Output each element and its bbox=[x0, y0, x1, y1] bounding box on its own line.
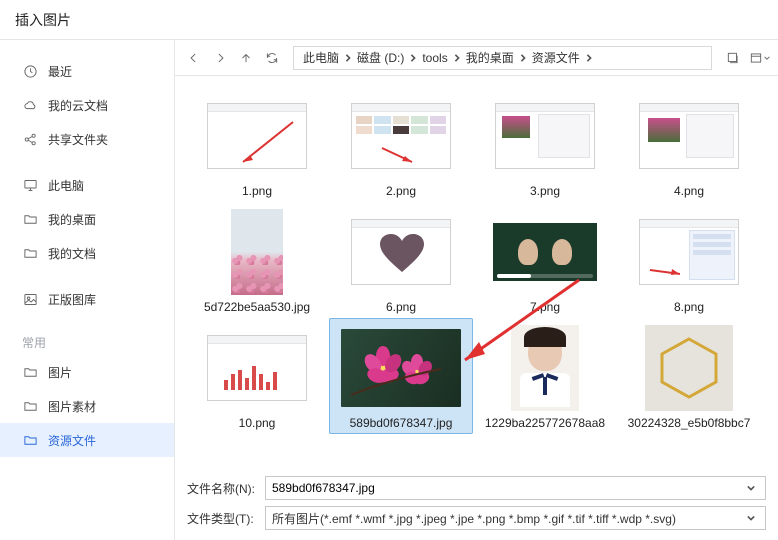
sidebar-item-shared[interactable]: 共享文件夹 bbox=[0, 122, 174, 156]
breadcrumb[interactable]: 此电脑 磁盘 (D:) tools 我的桌面 资源文件 bbox=[293, 46, 712, 70]
dialog-body: 最近 我的云文档 共享文件夹 此电脑 我的桌面 我的文档 bbox=[0, 40, 778, 540]
sidebar-item-label: 资源文件 bbox=[48, 432, 96, 449]
file-thumbnail[interactable]: 1229ba225772678aa8 bbox=[473, 318, 617, 434]
file-thumbnail[interactable]: 7.png bbox=[473, 202, 617, 318]
file-name: 6.png bbox=[386, 300, 416, 314]
breadcrumb-segment[interactable]: tools bbox=[419, 51, 462, 65]
sidebar-item-label: 图片 bbox=[48, 364, 72, 381]
folder-icon bbox=[22, 398, 38, 414]
filename-row: 文件名称(N): bbox=[187, 476, 766, 500]
filename-dropdown[interactable] bbox=[744, 484, 759, 492]
file-preview bbox=[635, 92, 743, 180]
filename-field[interactable] bbox=[265, 476, 766, 500]
file-preview bbox=[203, 208, 311, 296]
file-name: 3.png bbox=[530, 184, 560, 198]
view-options-button[interactable] bbox=[748, 47, 770, 69]
filetype-row: 文件类型(T): 所有图片(*.emf *.wmf *.jpg *.jpeg *… bbox=[187, 506, 766, 530]
sidebar-item-desktop[interactable]: 我的桌面 bbox=[0, 202, 174, 236]
file-preview bbox=[491, 208, 599, 296]
file-thumbnail[interactable]: 4.png bbox=[617, 86, 761, 202]
clock-icon bbox=[22, 63, 38, 79]
refresh-button[interactable] bbox=[261, 47, 283, 69]
sidebar-item-label: 图片素材 bbox=[48, 398, 96, 415]
folder-icon bbox=[22, 432, 38, 448]
sidebar-item-label: 正版图库 bbox=[48, 291, 96, 308]
dialog-titlebar: 插入图片 bbox=[0, 0, 778, 40]
file-thumbnail[interactable]: 6.png bbox=[329, 202, 473, 318]
file-name: 5d722be5aa530.jpg bbox=[204, 300, 310, 314]
file-name: 4.png bbox=[674, 184, 704, 198]
sidebar-item-label: 我的文档 bbox=[48, 245, 96, 262]
bottom-form: 文件名称(N): 文件类型(T): 所有图片(*.emf *.wmf *.jpg… bbox=[175, 470, 778, 540]
file-name: 7.png bbox=[530, 300, 560, 314]
file-name: 1229ba225772678aa8 bbox=[485, 416, 605, 430]
filetype-label: 文件类型(T): bbox=[187, 510, 265, 527]
sidebar-item-stock-gallery[interactable]: 正版图库 bbox=[0, 282, 174, 316]
monitor-icon bbox=[22, 177, 38, 193]
file-name: 589bd0f678347.jpg bbox=[350, 416, 453, 430]
main-panel: 此电脑 磁盘 (D:) tools 我的桌面 资源文件 1.png bbox=[175, 40, 778, 540]
sidebar-item-label: 我的桌面 bbox=[48, 211, 96, 228]
filetype-field[interactable]: 所有图片(*.emf *.wmf *.jpg *.jpeg *.jpe *.pn… bbox=[265, 506, 766, 530]
file-preview bbox=[347, 92, 455, 180]
file-thumbnail[interactable]: 10.png bbox=[185, 318, 329, 434]
filetype-value: 所有图片(*.emf *.wmf *.jpg *.jpeg *.jpe *.pn… bbox=[272, 510, 743, 527]
folder-icon bbox=[22, 211, 38, 227]
sidebar-item-picture-materials[interactable]: 图片素材 bbox=[0, 389, 174, 423]
image-icon bbox=[22, 291, 38, 307]
filename-label: 文件名称(N): bbox=[187, 480, 265, 497]
file-grid[interactable]: 1.png 2.png 3.png 4.png bbox=[175, 76, 778, 470]
file-preview bbox=[203, 324, 311, 412]
up-button[interactable] bbox=[235, 47, 257, 69]
file-preview bbox=[635, 208, 743, 296]
file-preview bbox=[203, 92, 311, 180]
sidebar-item-resource-files[interactable]: 资源文件 bbox=[0, 423, 174, 457]
file-thumbnail[interactable]: 8.png bbox=[617, 202, 761, 318]
sidebar-item-label: 最近 bbox=[48, 63, 72, 80]
breadcrumb-segment[interactable]: 此电脑 bbox=[300, 49, 354, 66]
file-preview bbox=[491, 324, 599, 412]
back-button[interactable] bbox=[183, 47, 205, 69]
sidebar-item-pictures[interactable]: 图片 bbox=[0, 355, 174, 389]
sidebar-frequent-heading: 常用 bbox=[0, 328, 174, 355]
forward-button[interactable] bbox=[209, 47, 231, 69]
sidebar-item-recent[interactable]: 最近 bbox=[0, 54, 174, 88]
file-preview bbox=[635, 324, 743, 412]
file-thumbnail[interactable]: 1.png bbox=[185, 86, 329, 202]
file-name: 30224328_e5b0f8bbc7 bbox=[628, 416, 751, 430]
file-name: 2.png bbox=[386, 184, 416, 198]
sidebar-item-label: 共享文件夹 bbox=[48, 131, 108, 148]
insert-picture-dialog: 插入图片 最近 我的云文档 共享文件夹 此电脑 我的桌 bbox=[0, 0, 778, 540]
sidebar-item-label: 我的云文档 bbox=[48, 97, 108, 114]
file-preview bbox=[347, 208, 455, 296]
sidebar-item-label: 此电脑 bbox=[48, 177, 84, 194]
dialog-title: 插入图片 bbox=[15, 10, 71, 30]
file-thumbnail[interactable]: 3.png bbox=[473, 86, 617, 202]
breadcrumb-segment[interactable]: 资源文件 bbox=[529, 49, 595, 66]
filename-input[interactable] bbox=[272, 481, 744, 495]
file-preview bbox=[491, 92, 599, 180]
file-thumbnail[interactable]: 5d722be5aa530.jpg bbox=[185, 202, 329, 318]
cloud-icon bbox=[22, 97, 38, 113]
filetype-dropdown[interactable] bbox=[743, 514, 759, 522]
file-name: 8.png bbox=[674, 300, 704, 314]
new-window-button[interactable] bbox=[722, 47, 744, 69]
breadcrumb-segment[interactable]: 磁盘 (D:) bbox=[354, 49, 419, 66]
file-name: 10.png bbox=[239, 416, 276, 430]
folder-icon bbox=[22, 364, 38, 380]
file-thumbnail[interactable]: 30224328_e5b0f8bbc7 bbox=[617, 318, 761, 434]
file-thumbnail[interactable]: 589bd0f678347.jpg bbox=[329, 318, 473, 434]
share-icon bbox=[22, 131, 38, 147]
sidebar-item-this-pc[interactable]: 此电脑 bbox=[0, 168, 174, 202]
file-name: 1.png bbox=[242, 184, 272, 198]
sidebar-item-cloud-docs[interactable]: 我的云文档 bbox=[0, 88, 174, 122]
folder-icon bbox=[22, 245, 38, 261]
file-preview bbox=[347, 324, 455, 412]
nav-toolbar: 此电脑 磁盘 (D:) tools 我的桌面 资源文件 bbox=[175, 40, 778, 76]
sidebar-item-documents[interactable]: 我的文档 bbox=[0, 236, 174, 270]
sidebar: 最近 我的云文档 共享文件夹 此电脑 我的桌面 我的文档 bbox=[0, 40, 175, 540]
file-thumbnail[interactable]: 2.png bbox=[329, 86, 473, 202]
breadcrumb-segment[interactable]: 我的桌面 bbox=[463, 49, 529, 66]
